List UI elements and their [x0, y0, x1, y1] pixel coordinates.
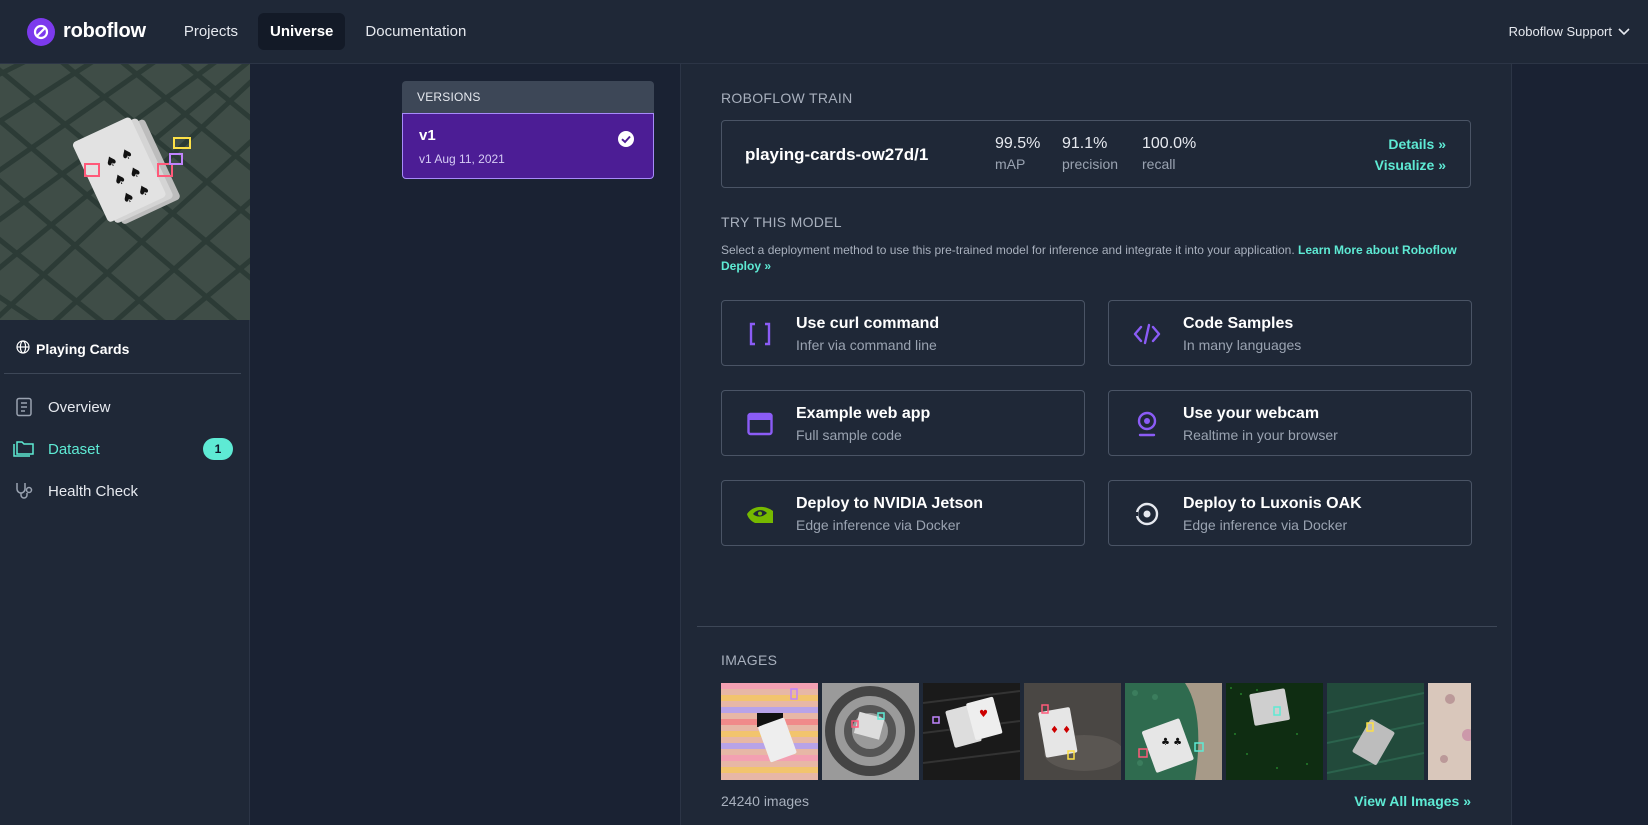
nav-link-universe[interactable]: Universe — [258, 13, 346, 50]
option-subtitle: Full sample code — [796, 427, 902, 443]
versions-header: VERSIONS — [402, 81, 654, 113]
deploy-option-nvidia-jetson[interactable]: Deploy to NVIDIA Jetson Edge inference v… — [721, 480, 1085, 546]
option-title: Example web app — [796, 405, 931, 422]
stethoscope-icon — [12, 479, 36, 503]
try-model-heading: TRY THIS MODEL — [721, 214, 842, 230]
deploy-option-webcam[interactable]: Use your webcam Realtime in your browser — [1108, 390, 1472, 456]
option-title: Code Samples — [1183, 315, 1294, 332]
top-navbar: roboflow Projects Universe Documentation… — [0, 0, 1648, 64]
project-name: Playing Cards — [36, 340, 130, 357]
image-count: 24240 images — [721, 793, 809, 809]
version-item-v1[interactable]: v1 v1 Aug 11, 2021 — [402, 113, 654, 179]
nav-link-documentation[interactable]: Documentation — [353, 13, 478, 50]
sidebar-item-label: Dataset — [48, 440, 100, 458]
metric-label: recall — [1142, 156, 1176, 172]
globe-icon — [16, 340, 30, 357]
code-icon — [1131, 318, 1163, 350]
sidebar-item-overview[interactable]: Overview — [0, 386, 249, 428]
option-subtitle: Infer via command line — [796, 337, 937, 353]
sidebar-divider — [4, 373, 241, 374]
metric-label: precision — [1062, 156, 1119, 172]
metric-value: 100.0% — [1142, 135, 1197, 152]
nvidia-icon — [744, 498, 776, 530]
image-thumbnail[interactable]: ♦ ♦ — [1024, 683, 1121, 780]
images-heading: IMAGES — [721, 652, 778, 668]
versions-panel: VERSIONS v1 v1 Aug 11, 2021 — [402, 81, 654, 179]
deploy-option-code-samples[interactable]: Code Samples In many languages — [1108, 300, 1472, 366]
version-count-badge: 1 — [203, 438, 233, 460]
luxonis-oak-icon — [1131, 498, 1163, 530]
metric-recall: 100.0% recall — [1142, 135, 1196, 172]
image-thumbnail[interactable] — [721, 683, 818, 780]
metric-map: 99.5% mAP — [995, 135, 1040, 172]
metric-value: 91.1% — [1062, 135, 1108, 152]
deploy-option-web-app[interactable]: Example web app Full sample code — [721, 390, 1085, 456]
option-subtitle: Realtime in your browser — [1183, 427, 1338, 443]
sidebar-item-dataset[interactable]: Dataset 1 — [0, 428, 249, 470]
option-subtitle: Edge inference via Docker — [1183, 517, 1348, 533]
description-text: Select a deployment method to use this p… — [721, 243, 1295, 257]
option-subtitle: Edge inference via Docker — [796, 517, 961, 533]
version-date: v1 Aug 11, 2021 — [419, 152, 505, 166]
version-detail-panel: ROBOFLOW TRAIN playing-cards-ow27d/1 99.… — [680, 64, 1512, 825]
image-thumbnail[interactable] — [822, 683, 919, 780]
metric-label: mAP — [995, 156, 1026, 172]
try-model-description: Select a deployment method to use this p… — [721, 242, 1471, 274]
model-links: Details » Visualize » — [1375, 134, 1446, 176]
details-link[interactable]: Details » — [1375, 134, 1446, 155]
deploy-option-curl[interactable]: Use curl command Infer via command line — [721, 300, 1085, 366]
metric-value: 99.5% — [995, 135, 1041, 152]
browser-window-icon — [744, 408, 776, 440]
option-title: Deploy to Luxonis OAK — [1183, 495, 1362, 512]
webcam-icon — [1131, 408, 1163, 440]
version-name: v1 — [419, 127, 436, 144]
image-thumbnail[interactable] — [1226, 683, 1323, 780]
brackets-icon — [744, 318, 776, 350]
account-name: Roboflow Support — [1508, 24, 1612, 39]
option-title: Use your webcam — [1183, 405, 1320, 422]
nav-link-projects[interactable]: Projects — [172, 13, 250, 50]
deploy-option-luxonis-oak[interactable]: Deploy to Luxonis OAK Edge inference via… — [1108, 480, 1472, 546]
image-thumbnail-strip: ♥ ♦ ♦ ♣ ♣ — [721, 683, 1471, 780]
check-circle-icon — [617, 130, 635, 153]
option-title: Deploy to NVIDIA Jetson — [796, 495, 983, 512]
account-menu[interactable]: Roboflow Support — [1509, 24, 1630, 39]
section-divider — [697, 626, 1497, 627]
project-cover-image: ♠ ♠ ♠ ♠ ♠ ♠ — [0, 64, 250, 320]
option-title: Use curl command — [796, 315, 940, 332]
sidebar-item-label: Overview — [48, 398, 111, 416]
chevron-down-icon — [1618, 24, 1630, 39]
svg-text:♦ ♦: ♦ ♦ — [1050, 725, 1071, 736]
sidebar-item-label: Health Check — [48, 482, 139, 500]
brand-name: roboflow — [63, 20, 146, 42]
metric-precision: 91.1% precision — [1062, 135, 1118, 172]
view-all-images-link[interactable]: View All Images » — [1354, 793, 1471, 809]
visualize-link[interactable]: Visualize » — [1375, 155, 1446, 176]
project-title[interactable]: Playing Cards — [0, 340, 249, 357]
option-subtitle: In many languages — [1183, 337, 1302, 353]
book-icon — [12, 395, 36, 419]
roboflow-train-heading: ROBOFLOW TRAIN — [721, 90, 853, 106]
image-thumbnail[interactable] — [1327, 683, 1424, 780]
image-thumbnail[interactable] — [1428, 683, 1471, 780]
trained-model-card: playing-cards-ow27d/1 99.5% mAP 91.1% pr… — [721, 120, 1471, 188]
model-id: playing-cards-ow27d/1 — [745, 145, 929, 164]
svg-text:♣ ♣: ♣ ♣ — [1161, 737, 1182, 748]
sidebar-item-health-check[interactable]: Health Check — [0, 470, 249, 512]
folders-icon — [12, 437, 36, 461]
svg-text:♥: ♥ — [979, 709, 988, 720]
roboflow-logo[interactable]: roboflow — [27, 17, 146, 46]
image-thumbnail[interactable]: ♥ — [923, 683, 1020, 780]
roboflow-logo-icon — [27, 17, 55, 46]
project-sidebar: ♠ ♠ ♠ ♠ ♠ ♠ Playing Cards Overview Datas… — [0, 64, 250, 825]
image-thumbnail[interactable]: ♣ ♣ — [1125, 683, 1222, 780]
